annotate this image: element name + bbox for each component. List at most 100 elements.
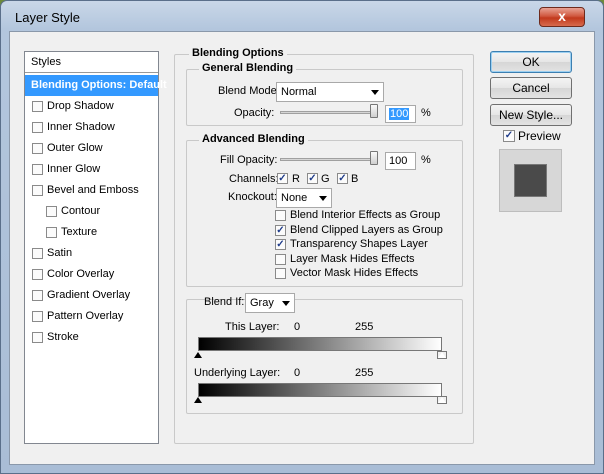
ok-button[interactable]: OK — [490, 51, 572, 73]
styles-list: Styles Blending Options: Default Drop Sha… — [24, 51, 167, 444]
opacity-input[interactable]: 100 — [385, 105, 416, 123]
style-item[interactable]: Texture — [25, 222, 158, 243]
advanced-option-checkbox[interactable] — [275, 268, 286, 279]
opacity-slider[interactable] — [280, 111, 377, 114]
style-item[interactable]: Gradient Overlay — [25, 285, 158, 306]
style-item[interactable]: Satin — [25, 243, 158, 264]
chevron-down-icon — [319, 196, 327, 201]
style-item-label: Outer Glow — [47, 142, 103, 154]
this-layer-black-slider[interactable] — [194, 352, 202, 358]
style-item-label: Color Overlay — [47, 268, 115, 280]
blend-mode-select[interactable]: Normal — [276, 82, 384, 102]
style-item-label: Drop Shadow — [47, 100, 114, 112]
style-item[interactable]: Stroke — [25, 327, 158, 348]
advanced-option-label: Blend Interior Effects as Group — [290, 209, 441, 221]
style-item-label: Pattern Overlay — [47, 310, 124, 322]
style-item-checkbox[interactable] — [32, 122, 43, 133]
underlying-white-slider[interactable] — [437, 396, 447, 404]
advanced-option-checkbox[interactable]: ✓ — [275, 239, 286, 250]
style-item[interactable]: Blending Options: Default — [25, 75, 167, 96]
style-item[interactable]: Inner Glow — [25, 159, 158, 180]
channel-r-label: R — [292, 173, 300, 185]
advanced-option-label: Layer Mask Hides Effects — [290, 252, 415, 265]
fill-opacity-label: Fill Opacity: — [220, 154, 278, 166]
style-item[interactable]: Bevel and Emboss — [25, 180, 158, 201]
cancel-button[interactable]: Cancel — [490, 77, 572, 99]
advanced-option-label: Transparency Shapes Layer — [290, 238, 428, 250]
preview-thumbnail — [499, 149, 562, 212]
style-item-label: Inner Glow — [47, 163, 101, 175]
knockout-select[interactable]: None — [276, 188, 332, 208]
advanced-option-checkbox[interactable] — [275, 210, 286, 221]
channel-r-checkbox[interactable]: ✓ — [277, 173, 288, 184]
styles-header-label: Styles — [31, 56, 61, 68]
opacity-slider-thumb[interactable] — [370, 104, 378, 118]
fill-opacity-slider-thumb[interactable] — [370, 151, 378, 165]
style-item[interactable]: Drop Shadow — [25, 96, 158, 117]
blend-if-select[interactable]: Gray — [245, 293, 295, 313]
underlying-black-slider[interactable] — [194, 397, 202, 403]
style-item-checkbox[interactable] — [32, 311, 43, 322]
style-item[interactable]: Color Overlay — [25, 264, 158, 285]
style-item-checkbox[interactable] — [46, 206, 57, 217]
style-item-label: Gradient Overlay — [47, 289, 131, 301]
blend-if-label: Blend If: — [204, 296, 245, 308]
style-item[interactable]: Outer Glow — [25, 138, 158, 159]
styles-list-header[interactable]: Styles — [25, 52, 158, 73]
fill-opacity-input[interactable]: 100 — [385, 152, 416, 170]
advanced-option-checkbox[interactable]: ✓ — [275, 224, 286, 236]
style-item-checkbox[interactable] — [46, 227, 57, 238]
new-style-button[interactable]: New Style... — [490, 104, 572, 126]
style-item-label: Satin — [47, 247, 73, 259]
style-item-label: Stroke — [47, 331, 79, 343]
style-item-checkbox[interactable] — [32, 248, 43, 259]
channel-g-checkbox[interactable]: ✓ — [307, 173, 318, 184]
advanced-option-label: Vector Mask Hides Effects — [290, 267, 419, 279]
underlying-layer-label: Underlying Layer: — [194, 367, 281, 379]
style-item-checkbox[interactable] — [32, 269, 43, 280]
blend-if-value: Gray — [250, 297, 274, 309]
preview-swatch — [514, 164, 547, 197]
style-item-label: Texture — [61, 226, 98, 238]
opacity-value: 100 — [389, 108, 410, 120]
opacity-unit: % — [421, 107, 431, 119]
style-item-checkbox[interactable] — [32, 332, 43, 343]
this-layer-gradient — [198, 337, 442, 351]
style-item-checkbox[interactable] — [32, 164, 43, 175]
layer-style-window: Layer Style x Styles Blending Options: D… — [0, 0, 604, 474]
style-item-label: Bevel and Emboss — [47, 184, 139, 196]
channel-b-label: B — [351, 173, 359, 185]
style-item-label: Inner Shadow — [47, 121, 115, 133]
blend-mode-label: Blend Mode: — [218, 85, 280, 97]
underlying-layer-max: 255 — [355, 367, 374, 379]
general-blending-title: General Blending — [199, 62, 297, 74]
style-item-label: Blending Options: Default — [31, 79, 167, 91]
close-button[interactable]: x — [539, 7, 585, 27]
channel-b-checkbox[interactable]: ✓ — [337, 173, 348, 184]
style-item[interactable]: Pattern Overlay — [25, 306, 158, 327]
style-item[interactable]: Contour — [25, 201, 158, 222]
fill-opacity-slider[interactable] — [280, 158, 377, 161]
style-item[interactable]: Inner Shadow — [25, 117, 158, 138]
this-layer-white-slider[interactable] — [437, 351, 447, 359]
fill-opacity-value: 100 — [389, 155, 408, 167]
advanced-option-checkbox[interactable] — [275, 253, 286, 265]
this-layer-label: This Layer: — [225, 321, 280, 333]
preview-checkbox[interactable]: ✓ — [503, 130, 515, 142]
style-item-checkbox[interactable] — [32, 185, 43, 196]
style-item-checkbox[interactable] — [32, 143, 43, 154]
this-layer-max: 255 — [355, 321, 374, 333]
style-item-checkbox[interactable] — [32, 290, 43, 301]
this-layer-min: 0 — [294, 321, 301, 333]
style-item-checkbox[interactable] — [32, 101, 43, 112]
chevron-down-icon — [371, 90, 379, 95]
blending-options-title: Blending Options — [189, 47, 287, 59]
underlying-layer-gradient — [198, 383, 442, 397]
advanced-option-label: Blend Clipped Layers as Group — [290, 223, 443, 236]
channel-g-label: G — [321, 173, 330, 185]
channels-label: Channels: — [229, 173, 279, 185]
knockout-label: Knockout: — [228, 191, 277, 203]
style-item-label: Contour — [61, 205, 101, 217]
opacity-label: Opacity: — [234, 107, 275, 119]
title-bar[interactable]: Layer Style x — [1, 1, 604, 35]
